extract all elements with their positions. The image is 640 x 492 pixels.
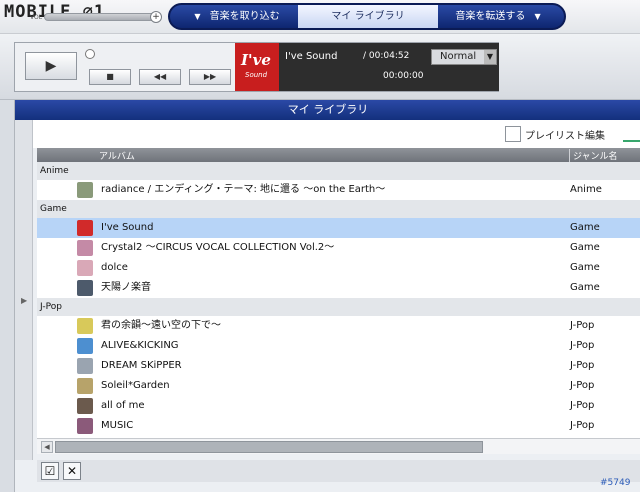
album-title: 天陽ノ楽音	[101, 282, 151, 293]
repeat-icon[interactable]	[85, 49, 95, 59]
library-title: マイ ライブラリ	[15, 100, 640, 120]
album-title: DREAM SKiPPER	[101, 360, 182, 371]
chevron-down-icon: ▼	[194, 12, 201, 21]
expand-icon[interactable]: ▶	[21, 296, 27, 305]
track-title: I've Sound	[285, 51, 338, 62]
volume-label: VOL	[30, 14, 43, 21]
player-bar: ▶ ■ ◀◀ ▶▶ I've Sound I've Sound / 00:04:…	[0, 34, 640, 100]
playlist-edit-label[interactable]: プレイリスト編集	[525, 127, 605, 142]
track-duration: / 00:04:52	[363, 51, 410, 61]
album-thumbnail	[77, 398, 93, 414]
album-title: dolce	[101, 262, 128, 273]
scrollbar-thumb[interactable]	[55, 441, 483, 453]
clear-button[interactable]: ✕	[63, 462, 81, 480]
library-toolbar: プレイリスト編集	[33, 120, 640, 148]
album-row[interactable]: ALIVE&KICKING J-Pop	[37, 336, 640, 356]
group-header[interactable]: J-Pop	[37, 298, 640, 316]
album-title: I've Sound	[101, 222, 154, 233]
tab-transfer-music[interactable]: 音楽を転送する ▼	[438, 5, 564, 28]
album-title: all of me	[101, 400, 145, 411]
album-genre: Game	[570, 242, 600, 253]
album-thumbnail	[77, 378, 93, 394]
volume-slider[interactable]	[44, 13, 160, 21]
album-row[interactable]: radiance / エンディング・テーマ: 地に還る ～on the Eart…	[37, 180, 640, 200]
album-thumbnail	[77, 280, 93, 296]
play-mode-select[interactable]: Normal ▼	[431, 49, 497, 65]
play-button[interactable]: ▶	[25, 52, 77, 80]
album-thumbnail	[77, 318, 93, 334]
group-header[interactable]: Anime	[37, 162, 640, 180]
album-row[interactable]: I've Sound Game	[37, 218, 640, 238]
album-genre: Game	[570, 222, 600, 233]
album-genre: J-Pop	[570, 400, 595, 411]
album-genre: J-Pop	[570, 320, 595, 331]
album-row[interactable]: 君の余韻～遠い空の下で～ J-Pop	[37, 316, 640, 336]
album-art-subtitle: Sound	[245, 71, 268, 79]
now-playing: I've Sound I've Sound / 00:04:52 00:00:0…	[235, 43, 499, 91]
album-row[interactable]: all of me J-Pop	[37, 396, 640, 416]
album-genre: J-Pop	[570, 380, 595, 391]
tab-import-label: 音楽を取り込む	[209, 11, 280, 22]
album-list: Anime radiance / エンディング・テーマ: 地に還る ～on the…	[37, 162, 640, 438]
top-bar: MOBILE ⌀1 VOL + ▼ 音楽を取り込む マイ ライブラリ 音楽を転送…	[0, 0, 640, 34]
album-row[interactable]: 天陽ノ楽音 Game	[37, 278, 640, 298]
album-row[interactable]: DREAM SKiPPER J-Pop	[37, 356, 640, 376]
tab-my-library[interactable]: マイ ライブラリ	[298, 5, 438, 28]
group-header[interactable]: Game	[37, 200, 640, 218]
check-all-button[interactable]: ☑	[41, 462, 59, 480]
side-panel-strip: ▶	[15, 120, 33, 460]
album-thumbnail	[77, 182, 93, 198]
album-row[interactable]: Soleil*Garden J-Pop	[37, 376, 640, 396]
track-elapsed: 00:00:00	[383, 71, 424, 81]
previous-button[interactable]: ◀◀	[139, 69, 181, 85]
scroll-left-icon[interactable]: ◀	[41, 441, 53, 453]
album-genre: Anime	[570, 184, 602, 195]
album-genre: Game	[570, 262, 600, 273]
album-thumbnail	[77, 338, 93, 354]
album-row[interactable]: MUSIC J-Pop	[37, 416, 640, 436]
player-controls: ▶ ■ ◀◀ ▶▶ I've Sound I've Sound / 00:04:…	[14, 42, 499, 92]
column-header-album[interactable]: アルバム	[99, 149, 135, 162]
album-title: Soleil*Garden	[101, 380, 170, 391]
album-art: I've Sound	[235, 43, 279, 91]
album-thumbnail	[77, 418, 93, 434]
tab-transfer-label: 音楽を転送する	[455, 11, 526, 22]
tab-library-label: マイ ライブラリ	[331, 11, 405, 22]
album-thumbnail	[77, 220, 93, 236]
chevron-down-icon: ▼	[484, 50, 496, 64]
album-title: 君の余韻～遠い空の下で～	[101, 320, 221, 331]
album-thumbnail	[77, 358, 93, 374]
album-row[interactable]: Crystal2 ～CIRCUS VOCAL COLLECTION Vol.2～…	[37, 238, 640, 258]
album-genre: J-Pop	[570, 420, 595, 431]
album-genre: J-Pop	[570, 340, 595, 351]
horizontal-scrollbar[interactable]: ◀	[37, 438, 640, 454]
album-thumbnail	[77, 260, 93, 276]
table-header: アルバム ジャンル名	[37, 148, 640, 162]
chevron-down-icon: ▼	[534, 12, 541, 21]
library-footer: ☑ ✕	[37, 460, 640, 482]
stop-button[interactable]: ■	[89, 69, 131, 85]
album-thumbnail	[77, 240, 93, 256]
column-header-genre[interactable]: ジャンル名	[569, 149, 618, 162]
volume-knob-icon[interactable]: +	[150, 11, 162, 23]
album-title: radiance / エンディング・テーマ: 地に還る ～on the Eart…	[101, 184, 386, 195]
album-art-title: I've	[241, 51, 271, 69]
album-title: ALIVE&KICKING	[101, 340, 179, 351]
album-genre: Game	[570, 282, 600, 293]
album-title: Crystal2 ～CIRCUS VOCAL COLLECTION Vol.2～	[101, 242, 335, 253]
divider	[623, 140, 640, 142]
play-mode-value: Normal	[440, 51, 477, 62]
main-nav: ▼ 音楽を取り込む マイ ライブラリ 音楽を転送する ▼	[168, 3, 566, 30]
album-row[interactable]: dolce Game	[37, 258, 640, 278]
tab-import-music[interactable]: ▼ 音楽を取り込む	[170, 5, 298, 28]
album-title: MUSIC	[101, 420, 134, 431]
playlist-edit-checkbox[interactable]	[505, 126, 521, 142]
next-button[interactable]: ▶▶	[189, 69, 231, 85]
album-genre: J-Pop	[570, 360, 595, 371]
watermark-text: #5749	[600, 478, 631, 488]
library-panel: マイ ライブラリ ▶ プレイリスト編集 アルバム ジャンル名 Anime radi…	[14, 100, 640, 492]
